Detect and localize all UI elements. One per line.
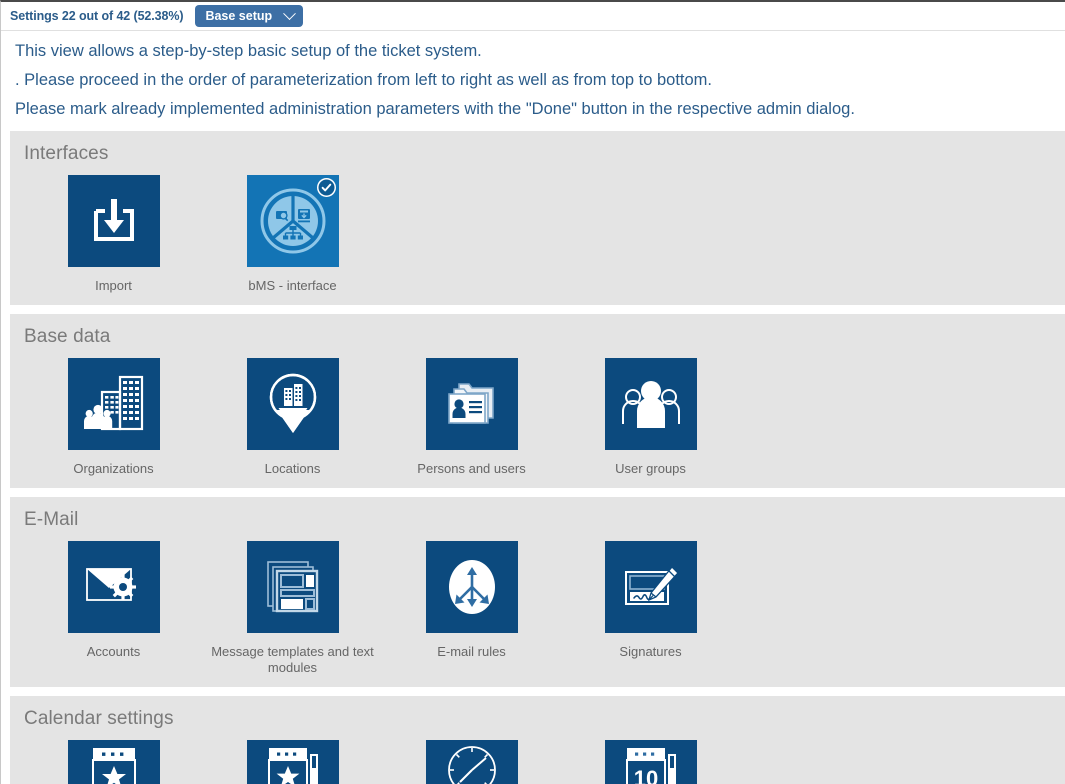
tile-locations[interactable]: Locations: [203, 357, 382, 478]
tile-icon-wrap: [246, 175, 339, 268]
organizations-buildings-icon: [83, 375, 143, 431]
chevron-down-icon: [283, 6, 297, 20]
tile-label: Locations: [264, 460, 321, 476]
tile-calendar-holidays[interactable]: [24, 739, 203, 784]
signature-pen-icon: [624, 565, 679, 605]
done-badge: [316, 178, 336, 198]
tile-label: Import: [95, 278, 132, 294]
tile-label: Accounts: [86, 643, 141, 659]
contact-cards-icon: [447, 383, 494, 424]
section-title: Interfaces: [24, 143, 109, 165]
import-download-icon: [93, 199, 134, 242]
tile-grid: Organizations Locations Persons and user…: [10, 357, 1065, 478]
tile-icon-wrap: [67, 175, 160, 268]
tile-icon-wrap: [246, 357, 339, 450]
tile-label: User groups: [615, 460, 686, 476]
tile-import[interactable]: Import: [24, 175, 203, 295]
tile-icon-wrap: [246, 540, 339, 633]
envelope-gear-icon: [85, 567, 136, 601]
tile-grid: Accounts Message templates and text modu…: [10, 540, 1065, 677]
location-pin-icon: [269, 373, 316, 433]
tile-signatures[interactable]: Signatures: [561, 540, 740, 677]
section-calendar-settings: Calendar settings 10: [10, 695, 1065, 784]
tile-calendar-day[interactable]: 10: [561, 739, 740, 784]
tile-label: Message templates and text modules: [211, 643, 374, 676]
tile-calendar-holiday-list[interactable]: [203, 739, 382, 784]
settings-progress-status: Settings 22 out of 42 (52.38%): [10, 9, 184, 23]
tile-icon-wrap: [604, 357, 697, 450]
tile-email-rules[interactable]: E-mail rules: [382, 540, 561, 677]
tile-icon-wrap: [425, 540, 518, 633]
section-title: E-Mail: [24, 508, 79, 530]
section-title: Base data: [24, 325, 111, 347]
bms-interface-pie-icon: [260, 188, 325, 254]
section-base-data: Base data Organizations Locations Person…: [10, 313, 1065, 488]
tile-clock-gauge[interactable]: [382, 739, 561, 784]
tile-label: bMS - interface: [248, 278, 337, 294]
tile-icon-wrap: [604, 540, 697, 633]
user-group-icon: [621, 380, 680, 428]
section-interfaces: Interfaces Import bMS - interface: [10, 131, 1065, 305]
template-pages-icon: [266, 560, 318, 612]
tile-organizations[interactable]: Organizations: [24, 357, 203, 478]
routing-arrows-icon: [448, 559, 495, 614]
tile-icon-wrap: [67, 357, 160, 450]
tile-icon-wrap: [246, 739, 339, 784]
tile-icon-wrap: [67, 739, 160, 784]
intro-line-2: . Please proceed in the order of paramet…: [15, 70, 713, 89]
tile-persons-and-users[interactable]: Persons and users: [382, 357, 561, 478]
tile-user-groups[interactable]: User groups: [561, 357, 740, 478]
base-setup-dropdown-button[interactable]: Base setup: [195, 5, 304, 27]
section-email: E-Mail Accounts Message templates and te…: [10, 496, 1065, 687]
section-title: Calendar settings: [24, 707, 174, 729]
svg-text:10: 10: [633, 766, 657, 784]
tile-grid: 10: [10, 739, 1065, 784]
topbar: Settings 22 out of 42 (52.38%) Base setu…: [1, 2, 1065, 31]
check-circle-icon: [318, 179, 334, 196]
intro-line-3: Please mark already implemented administ…: [15, 99, 855, 118]
tile-label: Signatures: [619, 643, 682, 659]
clock-gauge-icon: [447, 745, 496, 784]
tile-label: Persons and users: [417, 460, 526, 476]
base-setup-page: Settings 22 out of 42 (52.38%) Base setu…: [0, 0, 1065, 784]
tile-accounts[interactable]: Accounts: [24, 540, 203, 677]
tile-label: Organizations: [73, 460, 154, 476]
tile-label: E-mail rules: [437, 643, 506, 659]
base-setup-button-label: Base setup: [205, 9, 273, 23]
calendar-holiday-list-icon: [267, 747, 318, 784]
intro-text-block: This view allows a step-by-step basic se…: [1, 31, 1065, 132]
tile-grid: Import bMS - interface: [10, 175, 1065, 295]
tile-icon-wrap: [425, 739, 518, 784]
tile-bms-interface[interactable]: bMS - interface: [203, 175, 382, 295]
calendar-holiday-icon: [91, 747, 136, 784]
tile-icon-wrap: [67, 540, 160, 633]
tile-icon-wrap: 10: [604, 739, 697, 784]
intro-line-1: This view allows a step-by-step basic se…: [15, 42, 482, 60]
tile-message-templates[interactable]: Message templates and text modules: [203, 540, 382, 677]
calendar-day-10-icon: 10: [625, 747, 676, 784]
tile-icon-wrap: [425, 357, 518, 450]
